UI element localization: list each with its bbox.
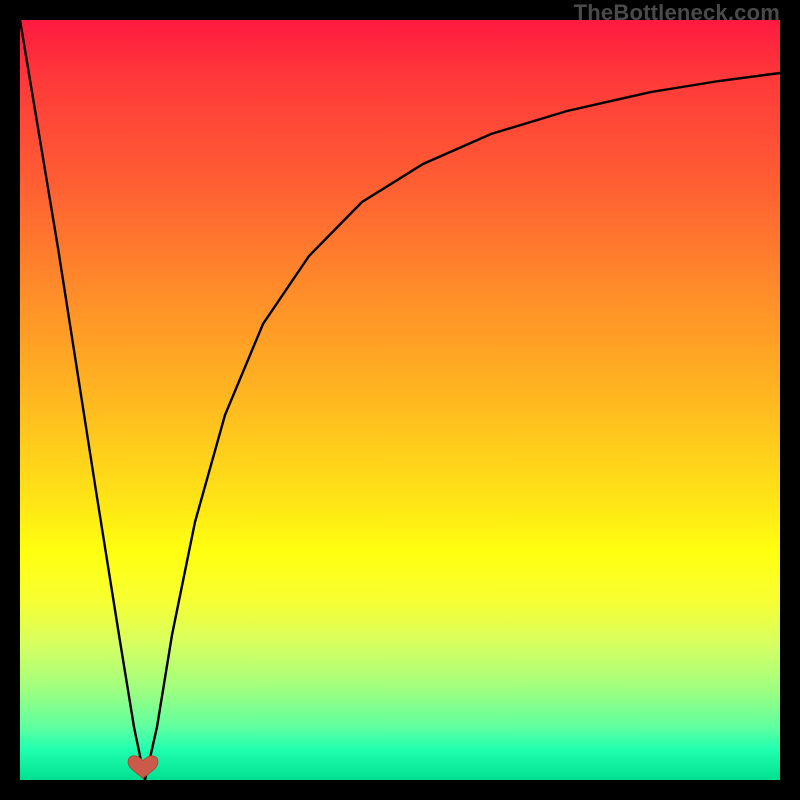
chart-frame: TheBottleneck.com bbox=[0, 0, 800, 800]
optimum-marker bbox=[128, 756, 158, 779]
bottleneck-curve bbox=[20, 20, 780, 780]
curve-layer bbox=[20, 20, 780, 780]
watermark-text: TheBottleneck.com bbox=[574, 0, 780, 26]
plot-area bbox=[20, 20, 780, 780]
heart-icon bbox=[128, 756, 158, 779]
